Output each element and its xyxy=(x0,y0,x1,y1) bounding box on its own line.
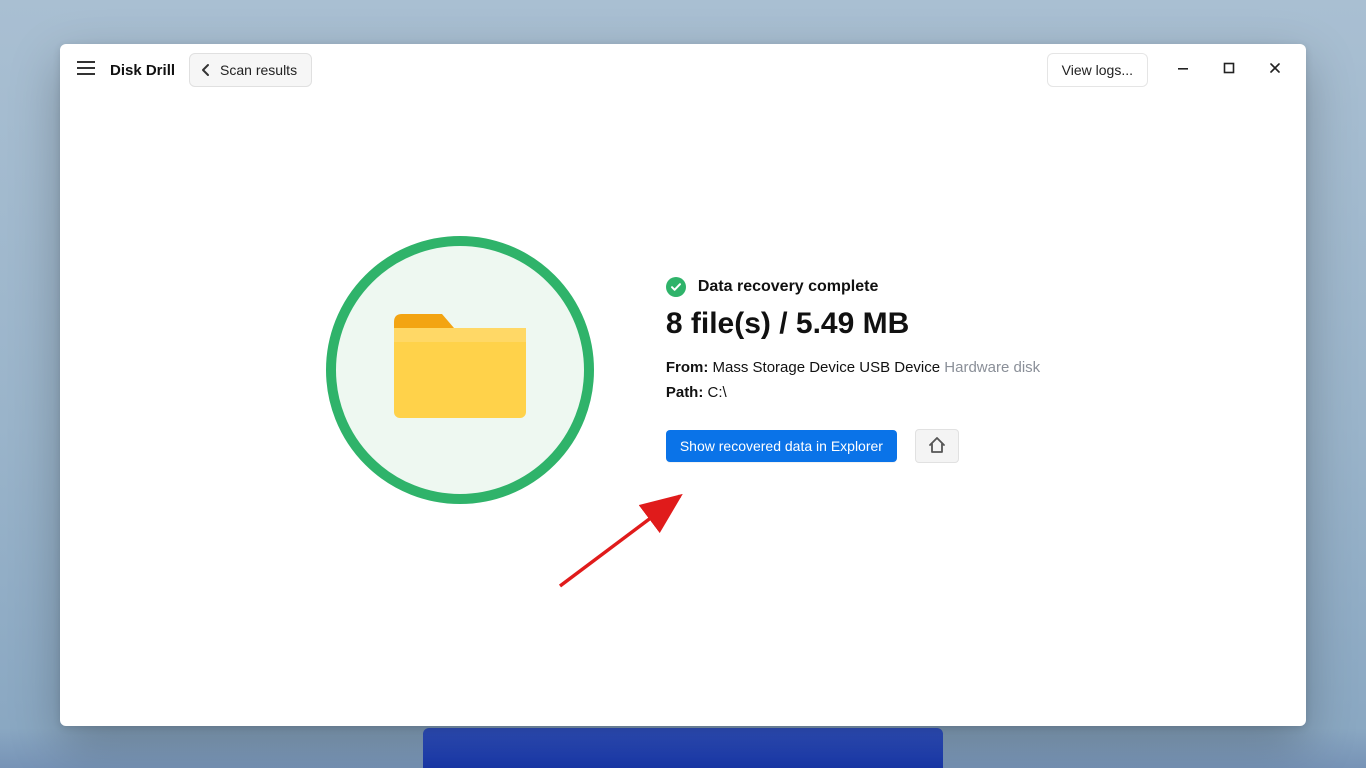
back-label: Scan results xyxy=(220,62,297,78)
back-button[interactable]: Scan results xyxy=(189,53,312,87)
chevron-left-icon xyxy=(198,62,214,78)
path-value: C:\ xyxy=(708,384,727,401)
status-row: Data recovery complete xyxy=(666,277,1040,297)
maximize-button[interactable] xyxy=(1206,50,1252,90)
show-in-explorer-button[interactable]: Show recovered data in Explorer xyxy=(666,430,897,462)
close-button[interactable] xyxy=(1252,50,1298,90)
view-logs-label: View logs... xyxy=(1062,62,1133,78)
result-row: Data recovery complete 8 file(s) / 5.49 … xyxy=(326,236,1040,504)
window-controls xyxy=(1160,50,1298,90)
status-text: Data recovery complete xyxy=(698,278,879,296)
menu-button[interactable] xyxy=(70,54,102,86)
minimize-icon xyxy=(1177,61,1189,79)
home-button[interactable] xyxy=(915,429,959,463)
app-title: Disk Drill xyxy=(110,62,175,79)
close-icon xyxy=(1269,61,1281,79)
from-label: From: xyxy=(666,359,709,376)
from-row: From: Mass Storage Device USB Device Har… xyxy=(666,359,1040,376)
app-window: Disk Drill Scan results View logs... xyxy=(60,44,1306,726)
path-label: Path: xyxy=(666,384,704,401)
actions-row: Show recovered data in Explorer xyxy=(666,429,1040,463)
path-row: Path: C:\ xyxy=(666,384,1040,401)
check-icon xyxy=(666,277,686,297)
taskbar xyxy=(423,728,943,768)
content-area: Data recovery complete 8 file(s) / 5.49 … xyxy=(60,96,1306,726)
result-badge xyxy=(326,236,594,504)
primary-button-label: Show recovered data in Explorer xyxy=(680,438,883,454)
from-value-muted: Hardware disk xyxy=(944,359,1040,376)
view-logs-button[interactable]: View logs... xyxy=(1047,53,1148,87)
hamburger-icon xyxy=(77,61,95,80)
folder-icon xyxy=(390,314,530,427)
maximize-icon xyxy=(1223,61,1235,79)
result-headline: 8 file(s) / 5.49 MB xyxy=(666,307,1040,341)
minimize-button[interactable] xyxy=(1160,50,1206,90)
titlebar: Disk Drill Scan results View logs... xyxy=(60,44,1306,96)
home-icon xyxy=(928,436,946,457)
result-details: Data recovery complete 8 file(s) / 5.49 … xyxy=(666,277,1040,463)
from-value: Mass Storage Device USB Device xyxy=(713,359,941,376)
result-meta: From: Mass Storage Device USB Device Har… xyxy=(666,359,1040,401)
